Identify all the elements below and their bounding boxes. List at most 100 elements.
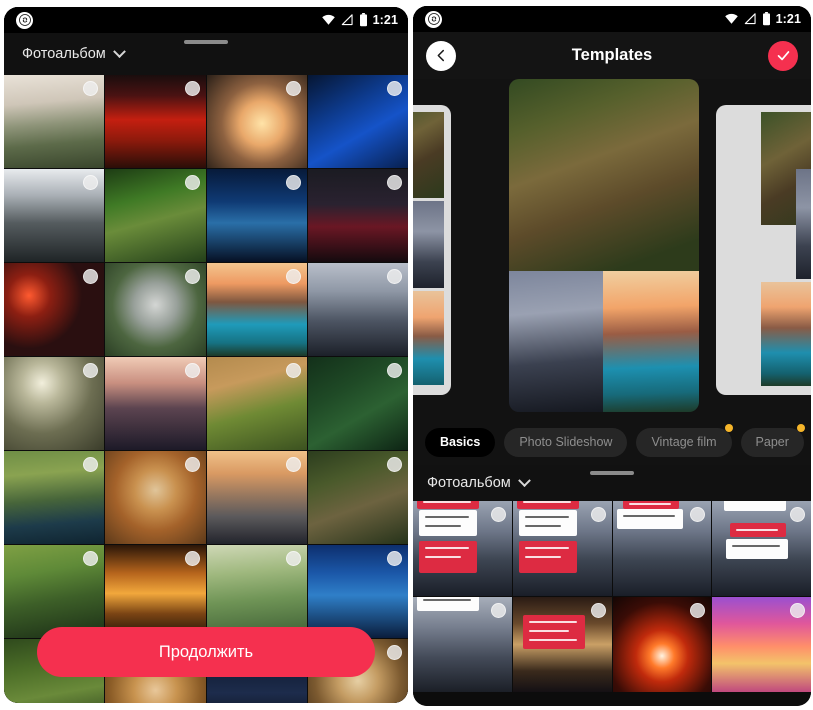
photo-select-checkbox[interactable] [387, 551, 402, 566]
back-button[interactable] [426, 40, 456, 71]
photo-tile-golden-sunset-field[interactable] [105, 545, 206, 638]
photo-tile-enchanted-forest-pond[interactable] [4, 451, 105, 544]
category-chip-label: Photo Slideshow [519, 435, 613, 449]
photo-tile-neon-code-screen[interactable] [307, 75, 408, 168]
photo-tile-screenshot-question-card-2[interactable] [512, 501, 612, 596]
screenshot-overlay-card [522, 615, 585, 649]
photo-select-checkbox[interactable] [790, 507, 805, 522]
photo-select-checkbox[interactable] [184, 363, 200, 378]
overlay-text-line [425, 525, 461, 527]
photo-select-checkbox[interactable] [285, 81, 301, 96]
template-category-chips[interactable]: BasicsPhoto SlideshowVintage filmPaperPo… [413, 419, 811, 465]
photo-tile-screenshot-foggy-lake[interactable] [413, 597, 512, 692]
photo-select-checkbox[interactable] [387, 81, 402, 96]
photo-tile-misty-valley-cabin[interactable] [4, 75, 105, 168]
left-album-selector[interactable]: Фотоальбом [4, 33, 408, 75]
photo-select-checkbox[interactable] [285, 457, 301, 472]
photo-tile-foggy-lake-mountains[interactable] [307, 263, 408, 356]
photo-tile-green-fern-forest-hut[interactable] [105, 169, 206, 262]
signal-icon [744, 13, 756, 25]
photo-select-checkbox[interactable] [285, 363, 301, 378]
photo-select-checkbox[interactable] [184, 457, 200, 472]
left-phone-frame: 1:21 Фотоальбом Продолжить [4, 7, 408, 703]
template-card-current[interactable] [509, 79, 699, 412]
wifi-icon [321, 14, 335, 25]
photo-tile-red-sun-glow[interactable] [612, 597, 712, 692]
photo-tile-statue-of-liberty-night[interactable] [206, 169, 307, 262]
category-chip-photo-slideshow[interactable]: Photo Slideshow [504, 427, 628, 457]
photo-select-checkbox[interactable] [387, 269, 402, 284]
photo-tile-city-skyline-dusk[interactable] [105, 357, 206, 450]
shazam-icon [425, 10, 442, 28]
photo-select-checkbox[interactable] [490, 507, 506, 522]
overlay-text-line [528, 639, 577, 641]
photo-tile-blue-mountain-lake[interactable] [307, 545, 408, 638]
photo-tile-screenshot-question-card-4[interactable] [712, 501, 811, 596]
overlay-text-line [524, 547, 569, 549]
arrow-left-icon [437, 49, 444, 62]
confirm-button[interactable] [768, 40, 798, 71]
photo-select-checkbox[interactable] [790, 603, 805, 618]
screenshot-overlay-card [724, 501, 787, 511]
overlay-text-line [524, 556, 561, 558]
left-photo-grid[interactable] [4, 75, 408, 703]
signal-icon [341, 14, 353, 26]
overlay-text-line [524, 516, 569, 518]
photo-tile-mossy-stone-steps[interactable] [307, 451, 408, 544]
photo-tile-green-watercolor-hills[interactable] [206, 545, 307, 638]
photo-select-checkbox[interactable] [285, 269, 301, 284]
photo-tile-grey-kitten-portrait[interactable] [105, 263, 206, 356]
overlay-text-line [522, 501, 571, 503]
left-drag-handle[interactable] [184, 40, 228, 44]
right-album-selector[interactable]: Фотоальбом [413, 465, 811, 501]
photo-select-checkbox[interactable] [387, 457, 402, 472]
photo-tile-crystal-ball-sunset[interactable] [206, 75, 307, 168]
category-chip-vintage-film[interactable]: Vintage film [636, 423, 733, 457]
screenshot-overlay-card [516, 501, 579, 509]
photo-tile-screenshot-question-card-3[interactable] [612, 501, 712, 596]
photo-tile-dark-red-horizon[interactable] [307, 169, 408, 262]
photo-tile-rabbit-in-flowers[interactable] [206, 357, 307, 450]
category-chip-paper[interactable]: Paper [740, 423, 805, 457]
left-status-icons: 1:21 [321, 13, 398, 27]
photo-select-checkbox[interactable] [285, 551, 301, 566]
photo-tile-night-street-question-sticker[interactable] [512, 597, 612, 692]
photo-select-checkbox[interactable] [184, 81, 200, 96]
left-clock: 1:21 [372, 13, 398, 27]
photo-tile-snowy-mountain-bw[interactable] [4, 169, 105, 262]
photo-tile-turquoise-lake-sunset[interactable] [206, 263, 307, 356]
photo-select-checkbox[interactable] [387, 175, 402, 190]
photo-select-checkbox[interactable] [490, 603, 506, 618]
photo-tile-venice-grand-canal[interactable] [206, 451, 307, 544]
battery-icon [359, 13, 367, 27]
continue-button[interactable]: Продолжить [37, 627, 375, 677]
photo-select-checkbox[interactable] [387, 363, 402, 378]
photo-select-checkbox[interactable] [184, 551, 200, 566]
template-card-previous[interactable] [413, 105, 451, 395]
category-chip-basics[interactable]: Basics [425, 427, 496, 457]
preview-image-misty-lake [796, 169, 811, 279]
photo-tile-dark-green-leaves[interactable] [307, 357, 408, 450]
templates-header: Templates [413, 32, 811, 79]
photo-tile-moonlit-blossom-branch[interactable] [4, 357, 105, 450]
photo-tile-pink-balloon-sunset[interactable] [712, 597, 811, 692]
screenshot-overlay-card [417, 597, 479, 611]
photo-tile-screenshot-question-card-1[interactable] [413, 501, 512, 596]
photo-select-checkbox[interactable] [184, 269, 200, 284]
photo-tile-red-sunset-clouds[interactable] [105, 75, 206, 168]
right-photo-grid[interactable] [413, 501, 811, 692]
right-drag-handle[interactable] [590, 471, 634, 475]
chevron-down-icon [112, 44, 126, 58]
template-card-next[interactable] [716, 105, 811, 395]
photo-tile-owl-portrait[interactable] [105, 451, 206, 544]
photo-select-checkbox[interactable] [285, 175, 301, 190]
photo-tile-sunlit-forest-path[interactable] [4, 545, 105, 638]
right-status-icons: 1:21 [724, 12, 801, 26]
photo-tile-city-bokeh-phone[interactable] [4, 263, 105, 356]
photo-select-checkbox[interactable] [184, 175, 200, 190]
screenshot-overlay-card [616, 509, 683, 529]
template-carousel[interactable] [413, 79, 811, 419]
photo-select-checkbox[interactable] [590, 507, 606, 522]
new-badge-dot-icon [796, 423, 805, 432]
photo-select-checkbox[interactable] [590, 603, 606, 618]
